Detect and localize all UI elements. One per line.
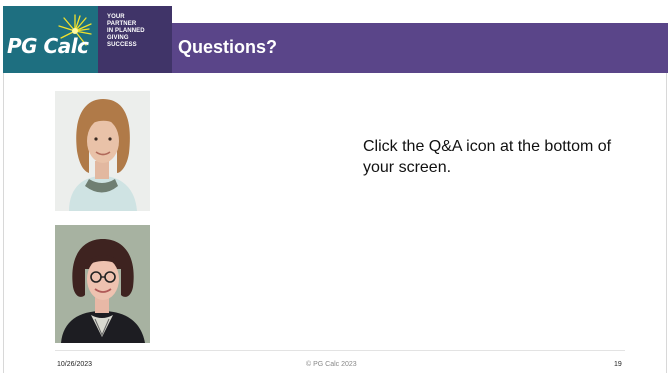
left-border xyxy=(3,73,4,373)
tagline: YOUR PARTNER IN PLANNED GIVING SUCCESS xyxy=(98,6,172,73)
slide-title: Questions? xyxy=(178,37,278,57)
logo-text: PG Calc xyxy=(7,34,89,58)
tagline-line: YOUR xyxy=(107,14,125,20)
title-bar: Questions? xyxy=(172,23,668,73)
right-border xyxy=(666,73,667,373)
footer-divider xyxy=(55,350,625,351)
presenter-image xyxy=(55,225,150,343)
footer-date: 10/26/2023 xyxy=(57,361,93,368)
page-number: 19 xyxy=(614,361,622,368)
tagline-line: PARTNER xyxy=(107,21,137,27)
presenter-photo xyxy=(55,91,150,211)
tagline-line: GIVING xyxy=(107,35,129,41)
tagline-line: SUCCESS xyxy=(107,42,137,48)
footer-copyright: © PG Calc 2023 xyxy=(306,361,357,368)
tagline-line: IN PLANNED xyxy=(107,28,145,34)
presenter-image xyxy=(55,91,150,211)
slide-body-text: Click the Q&A icon at the bottom of your… xyxy=(363,138,612,176)
presenter-photo xyxy=(55,225,150,343)
slide: PG Calc YOUR PARTNER IN PLANNED GIVING S… xyxy=(0,0,668,381)
logo: PG Calc xyxy=(3,6,98,73)
